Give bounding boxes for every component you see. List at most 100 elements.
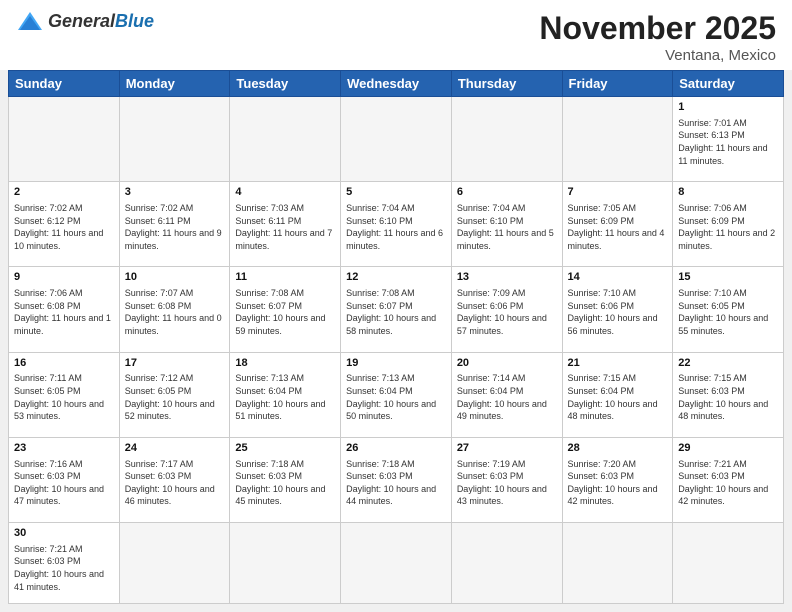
calendar-container: SundayMondayTuesdayWednesdayThursdayFrid…	[0, 70, 792, 612]
day-info: Sunrise: 7:15 AM Sunset: 6:03 PM Dayligh…	[678, 372, 778, 422]
day-number: 19	[346, 356, 446, 371]
day-info: Sunrise: 7:13 AM Sunset: 6:04 PM Dayligh…	[235, 372, 335, 422]
week-row-3: 16Sunrise: 7:11 AM Sunset: 6:05 PM Dayli…	[9, 352, 784, 437]
logo-text: GeneralBlue	[48, 11, 154, 32]
day-cell: 26Sunrise: 7:18 AM Sunset: 6:03 PM Dayli…	[341, 437, 452, 522]
day-cell: 18Sunrise: 7:13 AM Sunset: 6:04 PM Dayli…	[230, 352, 341, 437]
day-info: Sunrise: 7:03 AM Sunset: 6:11 PM Dayligh…	[235, 202, 335, 252]
logo: GeneralBlue	[16, 10, 154, 32]
day-info: Sunrise: 7:04 AM Sunset: 6:10 PM Dayligh…	[346, 202, 446, 252]
day-info: Sunrise: 7:10 AM Sunset: 6:06 PM Dayligh…	[568, 287, 668, 337]
day-number: 7	[568, 185, 668, 200]
day-number: 25	[235, 441, 335, 456]
day-number: 30	[14, 526, 114, 541]
day-cell: 2Sunrise: 7:02 AM Sunset: 6:12 PM Daylig…	[9, 182, 120, 267]
day-info: Sunrise: 7:04 AM Sunset: 6:10 PM Dayligh…	[457, 202, 557, 252]
day-cell: 30 Sunrise: 7:21 AM Sunset: 6:03 PM Dayli…	[9, 522, 120, 603]
day-cell: 22Sunrise: 7:15 AM Sunset: 6:03 PM Dayli…	[673, 352, 784, 437]
day-cell: 5 Sunrise: 7:04 AM Sunset: 6:10 PM Daylig…	[341, 182, 452, 267]
day-number: 10	[125, 270, 225, 285]
day-number: 28	[568, 441, 668, 456]
logo-general: General	[48, 11, 115, 31]
day-cell: 28 Sunrise: 7:20 AM Sunset: 6:03 PM Dayli…	[562, 437, 673, 522]
day-cell	[341, 522, 452, 603]
logo-area: GeneralBlue	[16, 10, 154, 32]
day-header-thursday: Thursday	[451, 71, 562, 97]
day-cell: 25 Sunrise: 7:18 AM Sunset: 6:03 PM Dayli…	[230, 437, 341, 522]
day-cell: 4Sunrise: 7:03 AM Sunset: 6:11 PM Daylig…	[230, 182, 341, 267]
logo-blue: Blue	[115, 11, 154, 31]
day-number: 18	[235, 356, 335, 371]
day-number: 27	[457, 441, 557, 456]
day-number: 9	[14, 270, 114, 285]
day-info: Sunrise: 7:02 AM Sunset: 6:11 PM Dayligh…	[125, 202, 225, 252]
day-info: Sunrise: 7:16 AM Sunset: 6:03 PM Dayligh…	[14, 458, 114, 508]
day-info: Sunrise: 7:10 AM Sunset: 6:05 PM Dayligh…	[678, 287, 778, 337]
day-cell: 27 Sunrise: 7:19 AM Sunset: 6:03 PM Dayli…	[451, 437, 562, 522]
day-cell	[562, 97, 673, 182]
day-info: Sunrise: 7:07 AM Sunset: 6:08 PM Dayligh…	[125, 287, 225, 337]
day-cell: 1 Sunrise: 7:01 AM Sunset: 6:13 PM Daylig…	[673, 97, 784, 182]
day-number: 14	[568, 270, 668, 285]
day-info: Sunrise: 7:01 AM Sunset: 6:13 PM Dayligh…	[678, 117, 778, 167]
day-info: Sunrise: 7:13 AM Sunset: 6:04 PM Dayligh…	[346, 372, 446, 422]
day-cell: 15 Sunrise: 7:10 AM Sunset: 6:05 PM Dayli…	[673, 267, 784, 352]
day-info: Sunrise: 7:21 AM Sunset: 6:03 PM Dayligh…	[14, 543, 114, 593]
day-info: Sunrise: 7:19 AM Sunset: 6:03 PM Dayligh…	[457, 458, 557, 508]
day-cell	[341, 97, 452, 182]
day-cell	[230, 97, 341, 182]
day-header-tuesday: Tuesday	[230, 71, 341, 97]
day-cell: 11 Sunrise: 7:08 AM Sunset: 6:07 PM Dayli…	[230, 267, 341, 352]
day-number: 1	[678, 100, 778, 115]
day-info: Sunrise: 7:11 AM Sunset: 6:05 PM Dayligh…	[14, 372, 114, 422]
day-info: Sunrise: 7:08 AM Sunset: 6:07 PM Dayligh…	[235, 287, 335, 337]
day-number: 20	[457, 356, 557, 371]
day-info: Sunrise: 7:15 AM Sunset: 6:04 PM Dayligh…	[568, 372, 668, 422]
day-number: 15	[678, 270, 778, 285]
day-cell: 19Sunrise: 7:13 AM Sunset: 6:04 PM Dayli…	[341, 352, 452, 437]
day-number: 22	[678, 356, 778, 371]
day-info: Sunrise: 7:09 AM Sunset: 6:06 PM Dayligh…	[457, 287, 557, 337]
day-number: 3	[125, 185, 225, 200]
day-header-monday: Monday	[119, 71, 230, 97]
day-info: Sunrise: 7:18 AM Sunset: 6:03 PM Dayligh…	[346, 458, 446, 508]
day-header-sunday: Sunday	[9, 71, 120, 97]
day-info: Sunrise: 7:20 AM Sunset: 6:03 PM Dayligh…	[568, 458, 668, 508]
day-cell	[119, 97, 230, 182]
day-cell: 17Sunrise: 7:12 AM Sunset: 6:05 PM Dayli…	[119, 352, 230, 437]
day-header-saturday: Saturday	[673, 71, 784, 97]
day-info: Sunrise: 7:14 AM Sunset: 6:04 PM Dayligh…	[457, 372, 557, 422]
week-row-5: 30 Sunrise: 7:21 AM Sunset: 6:03 PM Dayli…	[9, 522, 784, 603]
calendar-table: SundayMondayTuesdayWednesdayThursdayFrid…	[8, 70, 784, 604]
day-cell: 13 Sunrise: 7:09 AM Sunset: 6:06 PM Dayli…	[451, 267, 562, 352]
day-cell: 16Sunrise: 7:11 AM Sunset: 6:05 PM Dayli…	[9, 352, 120, 437]
day-cell: 29Sunrise: 7:21 AM Sunset: 6:03 PM Dayli…	[673, 437, 784, 522]
day-number: 24	[125, 441, 225, 456]
day-info: Sunrise: 7:05 AM Sunset: 6:09 PM Dayligh…	[568, 202, 668, 252]
day-info: Sunrise: 7:17 AM Sunset: 6:03 PM Dayligh…	[125, 458, 225, 508]
day-number: 5	[346, 185, 446, 200]
day-info: Sunrise: 7:12 AM Sunset: 6:05 PM Dayligh…	[125, 372, 225, 422]
week-row-1: 2Sunrise: 7:02 AM Sunset: 6:12 PM Daylig…	[9, 182, 784, 267]
day-cell: 23Sunrise: 7:16 AM Sunset: 6:03 PM Dayli…	[9, 437, 120, 522]
day-number: 17	[125, 356, 225, 371]
day-cell	[451, 97, 562, 182]
day-cell	[451, 522, 562, 603]
day-cell: 10 Sunrise: 7:07 AM Sunset: 6:08 PM Dayli…	[119, 267, 230, 352]
day-number: 16	[14, 356, 114, 371]
day-number: 21	[568, 356, 668, 371]
day-cell: 7 Sunrise: 7:05 AM Sunset: 6:09 PM Daylig…	[562, 182, 673, 267]
day-number: 13	[457, 270, 557, 285]
header: GeneralBlue November 2025 Ventana, Mexic…	[0, 0, 792, 70]
day-number: 2	[14, 185, 114, 200]
day-cell: 8Sunrise: 7:06 AM Sunset: 6:09 PM Daylig…	[673, 182, 784, 267]
day-cell: 24 Sunrise: 7:17 AM Sunset: 6:03 PM Dayli…	[119, 437, 230, 522]
day-cell: 9Sunrise: 7:06 AM Sunset: 6:08 PM Daylig…	[9, 267, 120, 352]
day-cell	[230, 522, 341, 603]
day-cell: 3 Sunrise: 7:02 AM Sunset: 6:11 PM Daylig…	[119, 182, 230, 267]
day-number: 11	[235, 270, 335, 285]
day-cell: 12Sunrise: 7:08 AM Sunset: 6:07 PM Dayli…	[341, 267, 452, 352]
week-row-2: 9Sunrise: 7:06 AM Sunset: 6:08 PM Daylig…	[9, 267, 784, 352]
title-area: November 2025 Ventana, Mexico	[539, 10, 776, 64]
day-info: Sunrise: 7:18 AM Sunset: 6:03 PM Dayligh…	[235, 458, 335, 508]
